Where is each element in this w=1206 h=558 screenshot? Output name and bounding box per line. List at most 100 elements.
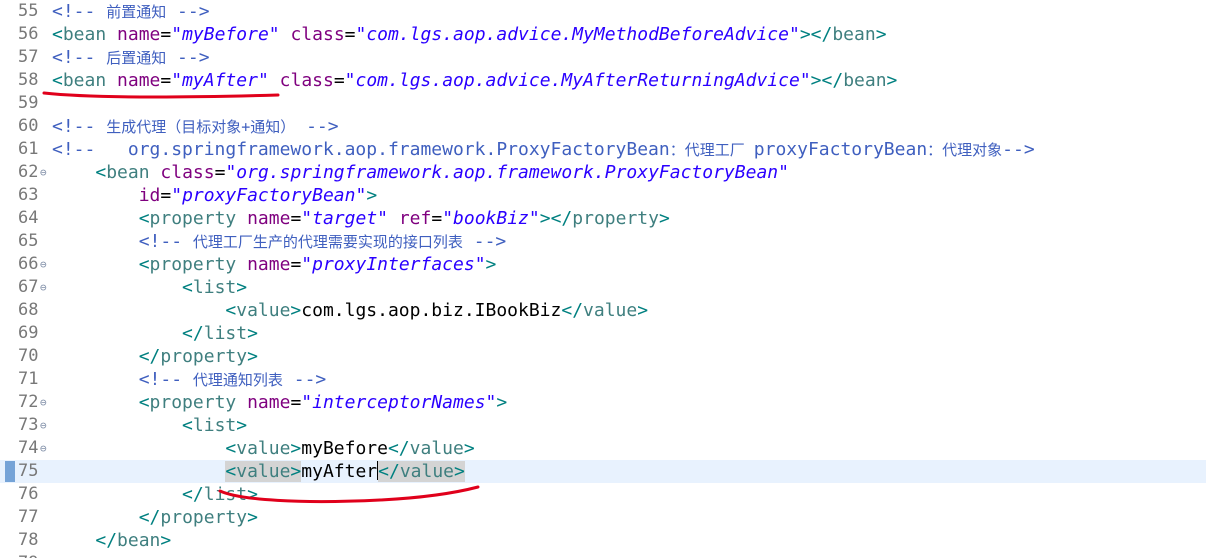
line-gutter[interactable]: 65 — [0, 230, 52, 253]
code-line[interactable]: 58 <bean name="myAfter" class="com.lgs.ao… — [0, 69, 1206, 92]
code-token: > — [658, 208, 670, 229]
code-line[interactable]: 73 ⊖ <list> — [0, 414, 1206, 437]
code-line[interactable]: 59 — [0, 92, 1206, 115]
code-token: > — [247, 507, 258, 528]
code-line[interactable]: 62 ⊖ <bean class="org.springframework.aop… — [0, 161, 1206, 184]
code-token: name — [117, 24, 161, 45]
code-line[interactable]: 68 <value>com.lgs.aop.biz.IBookBiz</valu… — [0, 299, 1206, 322]
code-text[interactable]: <property name="proxyInterfaces"> — [52, 253, 497, 276]
code-text[interactable]: <!-- 后置通知 --> — [52, 46, 210, 70]
code-text[interactable]: <!-- org.springframework.aop.framework.P… — [52, 138, 1035, 162]
code-text[interactable]: </property> — [52, 345, 258, 368]
code-text[interactable]: </bean> — [52, 529, 171, 552]
fold-toggle-icon[interactable]: ⊖ — [40, 161, 47, 184]
code-line[interactable]: 72 ⊖ <property name="interceptorNames"> — [0, 391, 1206, 414]
fold-toggle-icon[interactable]: ⊖ — [40, 253, 47, 276]
code-line[interactable]: 66 ⊖ <property name="proxyInterfaces"> — [0, 253, 1206, 276]
line-gutter[interactable]: 63 — [0, 184, 52, 207]
code-text[interactable]: </list> — [52, 322, 258, 345]
line-gutter[interactable]: 68 — [0, 299, 52, 322]
code-text[interactable]: id="proxyFactoryBean"> — [52, 184, 377, 207]
code-text[interactable]: <!-- 代理工厂生产的代理需要实现的接口列表 --> — [52, 230, 507, 254]
code-token: property — [160, 346, 248, 367]
code-line[interactable]: 60 <!-- 生成代理（目标对象+通知） --> — [0, 115, 1206, 138]
code-text[interactable]: <list> — [52, 414, 247, 437]
line-gutter[interactable]: 73 ⊖ — [0, 414, 52, 437]
code-line[interactable]: 71 <!-- 代理通知列表 --> — [0, 368, 1206, 391]
line-gutter[interactable]: 77 — [0, 506, 52, 529]
line-gutter[interactable]: 61 — [0, 138, 52, 161]
code-line[interactable]: 63 id="proxyFactoryBean"> — [0, 184, 1206, 207]
code-line[interactable]: 78 </bean> — [0, 529, 1206, 552]
code-line[interactable]: 64 <property name="target" ref="bookBiz"… — [0, 207, 1206, 230]
code-text[interactable]: <property name="target" ref="bookBiz"></… — [52, 207, 670, 230]
code-line[interactable]: 67 ⊖ <list> — [0, 276, 1206, 299]
code-line[interactable]: 61 <!-- org.springframework.aop.framework… — [0, 138, 1206, 161]
code-text[interactable]: <bean name="myBefore" class="com.lgs.aop… — [52, 23, 887, 46]
code-line[interactable]: 57 <!-- 后置通知 --> — [0, 46, 1206, 69]
line-gutter[interactable]: 69 — [0, 322, 52, 345]
line-gutter[interactable]: 64 — [0, 207, 52, 230]
code-text[interactable]: <list> — [52, 276, 247, 299]
code-token: </ — [561, 300, 584, 321]
line-gutter[interactable]: 70 — [0, 345, 52, 368]
code-text[interactable]: <value>myAfter</value> — [52, 460, 465, 483]
code-text[interactable]: <value>myBefore</value> — [52, 437, 474, 460]
code-line[interactable]: 79 — [0, 552, 1206, 558]
code-token: > — [496, 392, 508, 413]
fold-toggle-icon[interactable]: ⊖ — [40, 276, 47, 299]
line-gutter[interactable]: 60 — [0, 115, 52, 138]
fold-toggle-icon[interactable]: ⊖ — [40, 437, 47, 460]
code-line[interactable]: 69 </list> — [0, 322, 1206, 345]
line-gutter[interactable]: 66 ⊖ — [0, 253, 52, 276]
code-line[interactable]: 65 <!-- 代理工厂生产的代理需要实现的接口列表 --> — [0, 230, 1206, 253]
code-token: --> — [1002, 139, 1035, 160]
line-gutter[interactable]: 79 — [0, 552, 52, 558]
line-gutter[interactable]: 78 — [0, 529, 52, 552]
code-text[interactable]: <property name="interceptorNames"> — [52, 391, 508, 414]
line-gutter[interactable]: 58 — [0, 69, 52, 92]
fold-toggle-icon[interactable]: ⊖ — [40, 391, 47, 414]
code-line[interactable]: 55 <!-- 前置通知 --> — [0, 0, 1206, 23]
line-number: 60 — [18, 116, 39, 136]
code-token: = — [160, 185, 172, 206]
line-gutter[interactable]: 75 — [0, 460, 52, 483]
code-line[interactable]: 70 </property> — [0, 345, 1206, 368]
code-text[interactable]: <bean name="myAfter" class="com.lgs.aop.… — [52, 69, 897, 92]
code-text[interactable]: <bean class="org.springframework.aop.fra… — [52, 161, 789, 184]
line-gutter[interactable]: 56 — [0, 23, 52, 46]
line-gutter[interactable]: 62 ⊖ — [0, 161, 52, 184]
line-gutter[interactable]: 55 — [0, 0, 52, 23]
code-token: name — [247, 208, 291, 229]
line-gutter[interactable]: 57 — [0, 46, 52, 69]
code-token: --> — [462, 231, 507, 252]
code-text[interactable]: <!-- 前置通知 --> — [52, 0, 210, 24]
fold-toggle-icon[interactable]: ⊖ — [40, 414, 47, 437]
line-gutter[interactable]: 72 ⊖ — [0, 391, 52, 414]
code-line[interactable]: 75 <value>myAfter</value> — [0, 460, 1206, 483]
code-token: "myBefore" — [171, 24, 280, 45]
line-gutter[interactable]: 76 — [0, 483, 52, 506]
code-text[interactable]: <value>com.lgs.aop.biz.IBookBiz</value> — [52, 299, 648, 322]
code-line[interactable]: 56 <bean name="myBefore" class="com.lgs.a… — [0, 23, 1206, 46]
code-editor[interactable]: 55 <!-- 前置通知 --> 56 <bean name="myBefore" c… — [0, 0, 1206, 558]
line-gutter[interactable]: 74 ⊖ — [0, 437, 52, 460]
code-text[interactable]: <!-- 代理通知列表 --> — [52, 368, 327, 392]
line-gutter[interactable]: 59 — [0, 92, 52, 115]
code-line[interactable]: 76 </list> — [0, 483, 1206, 506]
line-gutter[interactable]: 71 — [0, 368, 52, 391]
line-gutter[interactable]: 67 ⊖ — [0, 276, 52, 299]
code-text[interactable]: </property> — [52, 506, 258, 529]
code-line[interactable]: 77 </property> — [0, 506, 1206, 529]
code-line[interactable]: 74 ⊖ <value>myBefore</value> — [0, 437, 1206, 460]
code-text[interactable]: </list> — [52, 483, 258, 506]
code-text[interactable]: <!-- 生成代理（目标对象+通知） --> — [52, 115, 339, 139]
code-token: <!-- — [138, 231, 193, 252]
code-token: "myAfter" — [171, 70, 269, 91]
